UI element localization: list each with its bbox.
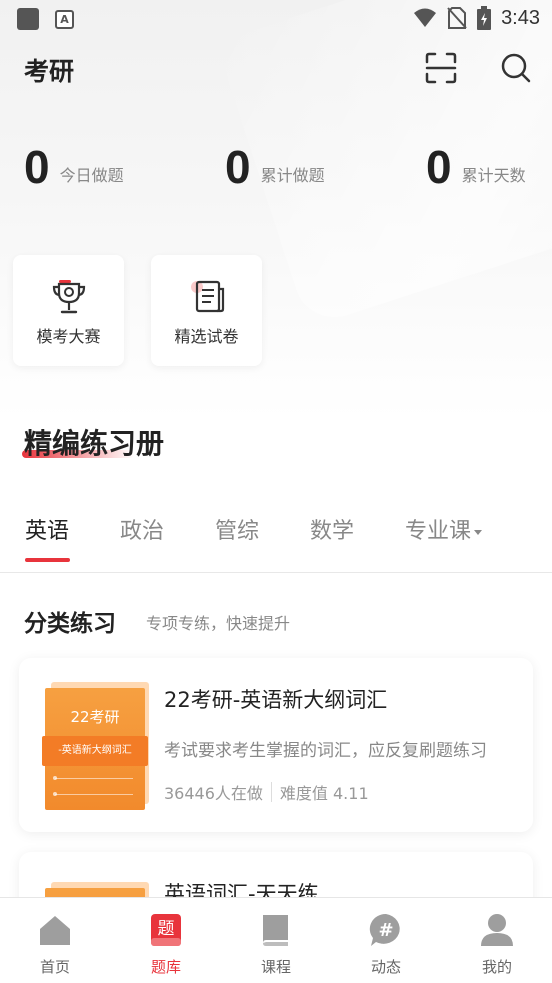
question-bank-glyph: 题	[158, 919, 175, 939]
stat-label: 今日做题	[59, 166, 124, 185]
selected-papers-card[interactable]: 精选试卷	[151, 255, 262, 366]
book-card[interactable]: 22考研 -英语新大纲词汇 22考研-英语新大纲词汇 考试要求考生掌握的词汇，应…	[19, 658, 533, 832]
user-icon	[481, 914, 513, 946]
nav-home[interactable]: 首页	[15, 912, 95, 977]
tab-major-course[interactable]: 专业课	[405, 513, 483, 545]
stat-today: 0 今日做题	[24, 142, 124, 192]
stat-value: 0	[24, 141, 50, 193]
notification-square-icon	[17, 8, 39, 30]
chevron-down-icon	[474, 529, 483, 535]
tab-math[interactable]: 数学	[310, 513, 354, 545]
book-meta: 36446人在做 难度值 4.11	[164, 780, 369, 804]
battery-icon	[477, 6, 492, 30]
nav-courses-label: 课程	[260, 958, 291, 976]
scan-icon	[425, 52, 457, 84]
stat-label: 累计天数	[461, 166, 526, 185]
hashtag-glyph: #	[378, 920, 393, 941]
bottom-navigation: 首页 题 题库 课程 # 动态 我的	[0, 897, 552, 983]
page-title: 考研	[24, 57, 75, 86]
book-icon	[263, 915, 288, 946]
tab-active-indicator	[25, 558, 70, 562]
book-title: 22考研-英语新大纲词汇	[164, 688, 388, 712]
nav-feed-label: 动态	[370, 958, 401, 976]
keyboard-a-icon: A	[55, 9, 74, 29]
stat-total: 0 累计做题	[225, 142, 325, 192]
tab-major-course-label: 专业课	[405, 519, 472, 544]
nav-profile-label: 我的	[481, 958, 512, 976]
nav-profile[interactable]: 我的	[457, 912, 537, 977]
mock-exam-label: 模考大赛	[36, 327, 101, 346]
trophy-icon	[52, 280, 86, 314]
book-description: 考试要求考生掌握的词汇，应反复刷题练习	[164, 741, 487, 761]
book-cover-band: -英语新大纲词汇	[42, 736, 148, 766]
hashtag-icon: #	[369, 913, 400, 946]
question-bank-icon: 题	[151, 914, 181, 946]
tab-english[interactable]: 英语	[25, 513, 69, 545]
stat-label: 累计做题	[260, 166, 325, 185]
stat-days: 0 累计天数	[426, 142, 526, 192]
stat-value: 0	[426, 141, 452, 193]
no-sim-icon	[447, 7, 467, 29]
search-button[interactable]	[498, 50, 534, 86]
book-cover: 22考研 -英语新大纲词汇	[42, 682, 149, 810]
tab-management[interactable]: 管综	[215, 513, 259, 545]
nav-feed[interactable]: # 动态	[346, 912, 426, 977]
nav-home-label: 首页	[39, 958, 70, 976]
mock-exam-card[interactable]: 模考大赛	[13, 255, 124, 366]
wifi-icon	[414, 8, 437, 27]
home-icon	[40, 916, 70, 945]
nav-question-bank-label: 题库	[150, 958, 181, 976]
section-title: 精编练习册	[24, 427, 165, 460]
tab-politics[interactable]: 政治	[120, 513, 164, 545]
participant-count: 36446人在做	[164, 784, 263, 803]
status-time: 3:43	[501, 6, 540, 29]
subject-tabs: 英语 政治 管综 数学 专业课	[0, 505, 552, 573]
search-icon	[501, 53, 531, 83]
book-cover-title: 22考研	[70, 708, 120, 726]
nav-courses[interactable]: 课程	[236, 912, 316, 977]
scan-button[interactable]	[423, 50, 459, 86]
paper-icon	[191, 280, 225, 313]
stat-value: 0	[225, 141, 251, 193]
status-bar: A 3:43	[0, 0, 552, 38]
app-header: 考研	[0, 44, 552, 94]
category-title: 分类练习	[24, 611, 116, 637]
category-subtitle: 专项专练，快速提升	[146, 614, 291, 633]
difficulty-value: 难度值 4.11	[279, 784, 369, 803]
nav-question-bank[interactable]: 题 题库	[126, 912, 206, 977]
selected-papers-label: 精选试卷	[174, 327, 239, 346]
